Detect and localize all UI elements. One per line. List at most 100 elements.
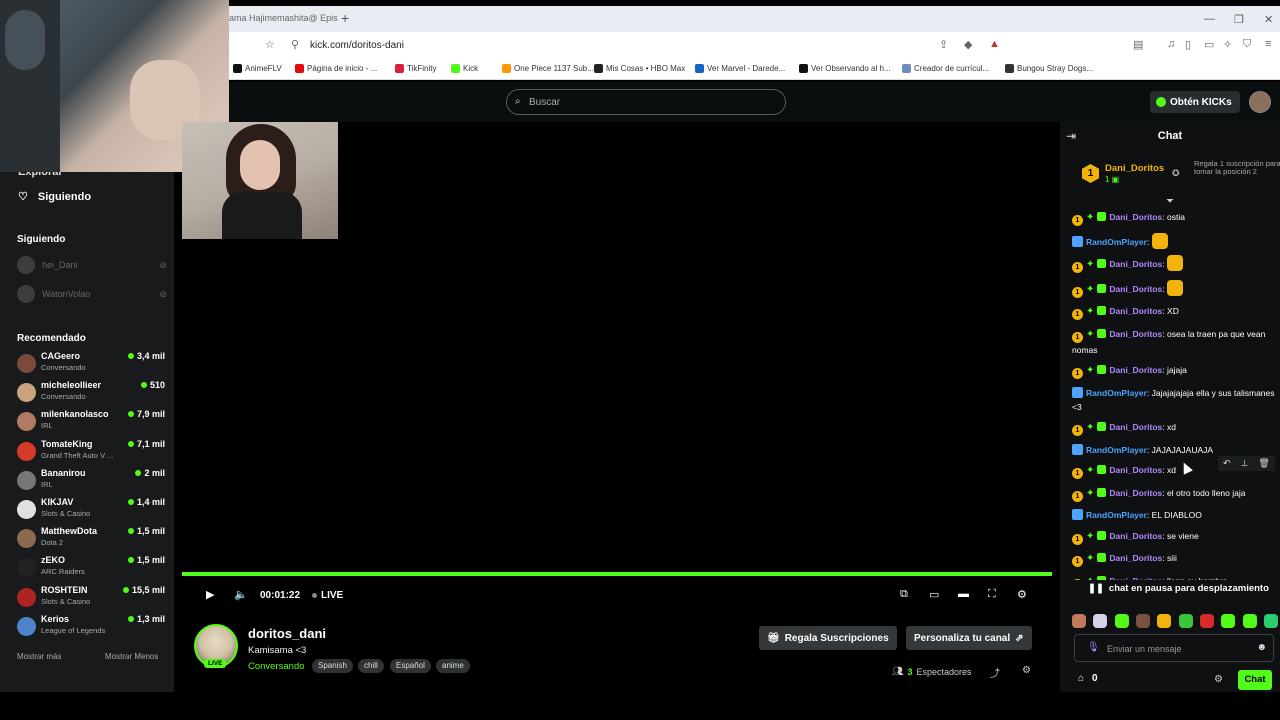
user-settings-icon[interactable]: ⚙: [1022, 665, 1031, 676]
emote-icon[interactable]: [1242, 614, 1257, 628]
user-avatar[interactable]: [1249, 91, 1271, 113]
emote-icon[interactable]: [1221, 614, 1236, 628]
emote-icon[interactable]: [1114, 614, 1129, 628]
bookmark-icon[interactable]: ☆: [265, 38, 275, 51]
bookmark-item[interactable]: Kick: [451, 64, 478, 73]
miniplayer-icon[interactable]: ⧉: [900, 588, 908, 601]
recommended-channel[interactable]: milenkanolasco IRL 7,9 mil: [17, 409, 167, 437]
bookmark-item[interactable]: One Piece 1137 Sub...: [502, 64, 594, 73]
volume-icon[interactable]: 🔈: [234, 588, 248, 601]
share-icon[interactable]: ⤴: [990, 665, 1000, 680]
video-player[interactable]: ▶ 🔈 00:01:22 LIVE ⧉ ▭ ▬ ⛶ ⚙: [182, 122, 1052, 610]
theater-mode-icon[interactable]: ▬: [958, 588, 969, 600]
stream-category[interactable]: Conversando: [248, 661, 305, 672]
bookmark-item[interactable]: Mis Cosas • HBO Max: [594, 64, 685, 73]
chat-username[interactable]: Dani_Doritos: [1109, 212, 1162, 222]
show-more-link[interactable]: Mostrar más: [17, 652, 61, 661]
following-item[interactable]: hei_Dani ⊘: [17, 253, 167, 277]
chat-username[interactable]: Dani_Doritos: [1109, 284, 1162, 294]
chat-message[interactable]: 1 ✦ Dani_Doritos:: [1072, 279, 1275, 298]
tag-chip[interactable]: Spanish: [312, 659, 353, 673]
recommended-channel[interactable]: Bananirou IRL 2 mil: [17, 468, 167, 496]
fullscreen-icon[interactable]: ⛶: [988, 588, 996, 601]
url-field[interactable]: kick.com/doritos-dani: [310, 40, 404, 51]
chat-message[interactable]: 1 ✦ Dani_Doritos: jajaja: [1072, 363, 1275, 379]
chat-message[interactable]: RandOmPlayer:: [1072, 232, 1275, 249]
top-gifter-name[interactable]: Dani_Doritos: [1105, 163, 1164, 174]
chat-message[interactable]: 1 ✦ Dani_Doritos: xd: [1072, 420, 1275, 436]
chat-message[interactable]: 1 ✦ Dani_Doritos: se viene: [1072, 529, 1275, 545]
bookmark-item[interactable]: Ver Observando al h...: [799, 64, 891, 73]
emoji-icon[interactable]: ☻: [1256, 642, 1267, 653]
chat-message[interactable]: 1 ✦ Dani_Doritos: el otro todo lleno jaja: [1072, 486, 1275, 502]
emote-icon[interactable]: [1178, 614, 1193, 628]
tag-chip[interactable]: chill: [358, 659, 384, 673]
chat-username[interactable]: Dani_Doritos: [1109, 259, 1162, 269]
recommended-channel[interactable]: KIKJAV Slots & Casino 1,4 mil: [17, 497, 167, 525]
tag-chip[interactable]: anime: [436, 659, 470, 673]
menu-icon[interactable]: ≡: [1265, 38, 1271, 50]
chat-settings-icon[interactable]: ⚙: [1214, 674, 1223, 685]
chat-username[interactable]: Dani_Doritos: [1109, 329, 1162, 339]
extension-brave-icon[interactable]: ◆: [964, 38, 972, 51]
progress-bar[interactable]: [182, 572, 1052, 576]
new-tab-button[interactable]: +: [341, 10, 349, 26]
chat-message[interactable]: RandOmPlayer: EL DIABLOO: [1072, 508, 1275, 522]
chat-message[interactable]: 1 ✦ Dani_Doritos:: [1072, 255, 1275, 273]
customize-channel-button[interactable]: Personaliza tu canal ⇗: [906, 626, 1032, 650]
wallet-icon[interactable]: ▭: [1204, 38, 1214, 51]
kicks-balance[interactable]: ⌂ 0: [1078, 673, 1098, 684]
recommended-channel[interactable]: micheleollieer Conversando 510: [17, 380, 167, 408]
chat-username[interactable]: Dani_Doritos: [1109, 488, 1162, 498]
ai-icon[interactable]: ✧: [1223, 38, 1232, 51]
extension-alert-icon[interactable]: ▲: [989, 38, 1000, 50]
emote-icon[interactable]: [1157, 614, 1172, 628]
chat-message[interactable]: RandOmPlayer: Jajajajajaja ella y sus ta…: [1072, 386, 1275, 414]
chat-username[interactable]: RandOmPlayer: [1086, 510, 1147, 520]
chat-username[interactable]: Dani_Doritos: [1109, 465, 1162, 475]
chat-username[interactable]: Dani_Doritos: [1109, 422, 1162, 432]
microphone-icon[interactable]: 🎙︎: [1087, 642, 1100, 653]
sidebar-siguiendo-link[interactable]: ♡ Siguiendo: [18, 190, 91, 204]
emote-icon[interactable]: [1072, 614, 1086, 628]
chat-message[interactable]: 1 ✦ Dani_Doritos: ostia: [1072, 210, 1275, 226]
recommended-channel[interactable]: ROSHTEIN Slots & Casino 15,5 mil: [17, 585, 167, 613]
bookmark-item[interactable]: TikFinity: [395, 64, 436, 73]
bookmark-item[interactable]: Página de inicio - ...: [295, 64, 377, 73]
reader-icon[interactable]: ▤: [1133, 38, 1143, 51]
reply-icon[interactable]: ↶: [1223, 458, 1231, 469]
chat-send-button[interactable]: Chat: [1238, 670, 1272, 690]
chat-username[interactable]: Dani_Doritos: [1109, 365, 1162, 375]
bookmark-item[interactable]: Bungou Stray Dogs...: [1005, 64, 1093, 73]
live-indicator[interactable]: LIVE: [312, 590, 343, 601]
recommended-channel[interactable]: Kerios League of Legends 1,3 mil: [17, 614, 167, 642]
recommended-channel[interactable]: zEKO ARC Raiders 1,5 mil: [17, 555, 167, 583]
emote-icon[interactable]: [1093, 614, 1108, 628]
cast-icon[interactable]: ▭: [929, 588, 939, 601]
tag-chip[interactable]: Español: [390, 659, 431, 673]
recommended-channel[interactable]: TomateKing Grand Theft Auto V ... 7,1 mil: [17, 439, 167, 467]
site-info-icon[interactable]: ⚲: [291, 38, 299, 51]
share-icon[interactable]: ⇪: [939, 38, 948, 51]
chat-input[interactable]: 🎙︎ Enviar un mensaje ☻: [1074, 634, 1274, 662]
play-icon[interactable]: ▶: [206, 588, 214, 601]
recommended-channel[interactable]: CAGeero Conversando 3,4 mil: [17, 351, 167, 379]
minimize-icon[interactable]: —: [1204, 13, 1215, 25]
emote-icon[interactable]: [1263, 614, 1278, 628]
chat-username[interactable]: Dani_Doritos: [1109, 553, 1162, 563]
bookmark-item[interactable]: Creador de currícul...: [902, 64, 989, 73]
following-item[interactable]: WatonVolao ⊘: [17, 282, 167, 306]
sidebar-icon[interactable]: ▯: [1185, 38, 1191, 51]
chat-username[interactable]: RandOmPlayer: [1086, 388, 1147, 398]
emote-icon[interactable]: [1135, 614, 1150, 628]
get-kicks-button[interactable]: Obtén KICKs: [1150, 91, 1240, 113]
delete-icon[interactable]: 🗑︎: [1258, 458, 1269, 469]
chat-message[interactable]: RandOmPlayer: JAJAJAJAUAJA: [1072, 443, 1275, 457]
gift-subs-button[interactable]: 🎁︎ Regala Suscripciones: [759, 626, 897, 650]
settings-gear-icon[interactable]: ⚙: [1017, 588, 1027, 601]
pin-icon[interactable]: ⊥: [1241, 458, 1249, 469]
chat-username[interactable]: Dani_Doritos: [1109, 306, 1162, 316]
search-box[interactable]: ⌕ Buscar: [506, 89, 786, 115]
chat-paused-banner[interactable]: ❚❚ chat en pausa para desplazamiento: [1082, 580, 1278, 596]
music-icon[interactable]: ♫: [1167, 38, 1175, 50]
